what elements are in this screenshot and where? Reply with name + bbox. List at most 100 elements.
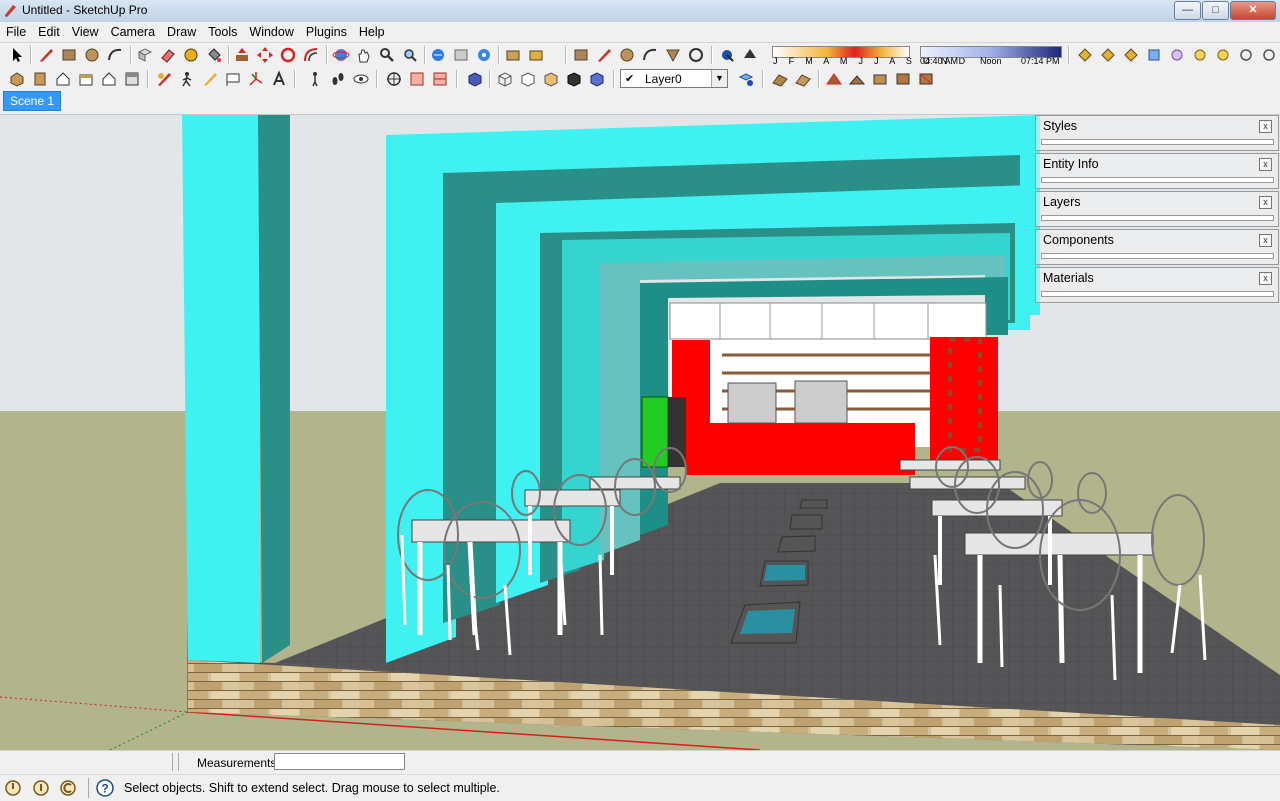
menu-draw[interactable]: Draw	[161, 22, 202, 39]
menu-file[interactable]: File	[0, 22, 32, 39]
tray-styles[interactable]: Styles x	[1035, 115, 1279, 151]
draw-rect-icon[interactable]	[572, 46, 590, 64]
tray-layers-scrollbar[interactable]	[1041, 215, 1274, 221]
stamp-icon[interactable]	[848, 70, 866, 88]
tray-components[interactable]: Components x	[1035, 229, 1279, 265]
sandbox-from-scratch-icon[interactable]	[794, 70, 812, 88]
menu-edit[interactable]: Edit	[32, 22, 66, 39]
section-plane-icon[interactable]	[385, 70, 403, 88]
line-pencil-icon[interactable]	[37, 46, 55, 64]
menu-camera[interactable]: Camera	[105, 22, 161, 39]
xray-style-icon[interactable]	[466, 70, 484, 88]
rotate-icon[interactable]	[279, 46, 297, 64]
warehouse-icon[interactable]	[504, 46, 522, 64]
draw-line-icon[interactable]	[595, 46, 613, 64]
intersect-icon[interactable]	[1191, 46, 1209, 64]
tray-entity-info[interactable]: Entity Info x	[1035, 153, 1279, 189]
union-icon[interactable]	[1214, 46, 1232, 64]
menu-help[interactable]: Help	[353, 22, 391, 39]
outer-shell-icon[interactable]	[1168, 46, 1186, 64]
position-camera-icon[interactable]	[155, 70, 173, 88]
make-component-icon[interactable]	[136, 46, 154, 64]
share-model-icon[interactable]	[452, 46, 470, 64]
help-icon[interactable]: ?	[96, 779, 114, 797]
look-eye-icon[interactable]	[352, 70, 370, 88]
section-display-icon[interactable]	[408, 70, 426, 88]
shadows-toggle-icon[interactable]	[718, 46, 736, 64]
zoom-extents-icon[interactable]	[401, 46, 419, 64]
tray-entity-info-scrollbar[interactable]	[1041, 177, 1274, 183]
hidden-line-style-icon[interactable]	[519, 70, 537, 88]
shaded-style-icon[interactable]	[542, 70, 560, 88]
front-view-icon[interactable]	[54, 70, 72, 88]
add-detail-icon[interactable]	[894, 70, 912, 88]
wireframe-style-icon[interactable]	[496, 70, 514, 88]
model-viewport[interactable]: Styles x Entity Info x Layers x Componen…	[0, 115, 1280, 750]
tray-styles-scrollbar[interactable]	[1041, 139, 1274, 145]
tray-layers-close-icon[interactable]: x	[1259, 196, 1272, 209]
iso-view-icon[interactable]	[8, 70, 26, 88]
fog-toggle-icon[interactable]	[741, 46, 759, 64]
sandbox-from-contours-icon[interactable]	[771, 70, 789, 88]
geo-location-icon[interactable]	[4, 779, 22, 797]
extension-icon[interactable]	[527, 46, 545, 64]
menu-plugins[interactable]: Plugins	[300, 22, 353, 39]
smoove-icon[interactable]	[825, 70, 843, 88]
arc-icon[interactable]	[106, 46, 124, 64]
tray-materials-close-icon[interactable]: x	[1259, 272, 1272, 285]
walk-icon[interactable]	[178, 70, 196, 88]
zoom-icon[interactable]	[378, 46, 396, 64]
layer-manager-icon[interactable]	[737, 70, 755, 88]
tag-2-icon[interactable]	[1099, 46, 1117, 64]
tray-components-scrollbar[interactable]	[1041, 253, 1274, 259]
tray-materials[interactable]: Materials x	[1035, 267, 1279, 303]
move-icon[interactable]	[256, 46, 274, 64]
tray-components-close-icon[interactable]: x	[1259, 234, 1272, 247]
select-arrow-icon[interactable]	[8, 46, 26, 64]
tag-icon[interactable]	[1076, 46, 1094, 64]
right-view-icon[interactable]	[77, 70, 95, 88]
offset-icon[interactable]	[302, 46, 320, 64]
paint-bucket-icon[interactable]	[205, 46, 223, 64]
3d-text-icon[interactable]	[270, 70, 288, 88]
push-pull-icon[interactable]	[233, 46, 251, 64]
tape-measure-icon[interactable]	[182, 46, 200, 64]
circle-icon[interactable]	[83, 46, 101, 64]
draw-arc-icon[interactable]	[641, 46, 659, 64]
user-info-icon[interactable]	[59, 779, 77, 797]
get-models-icon[interactable]	[429, 46, 447, 64]
orbit-icon[interactable]	[332, 46, 350, 64]
tray-entity-info-close-icon[interactable]: x	[1259, 158, 1272, 171]
eraser-icon[interactable]	[159, 46, 177, 64]
left-view-icon[interactable]	[123, 70, 141, 88]
menu-tools[interactable]: Tools	[202, 22, 243, 39]
axes-icon[interactable]	[247, 70, 265, 88]
section-cut-icon[interactable]	[431, 70, 449, 88]
rectangle-icon[interactable]	[60, 46, 78, 64]
tray-styles-close-icon[interactable]: x	[1259, 120, 1272, 133]
monochrome-style-icon[interactable]	[588, 70, 606, 88]
tray-materials-scrollbar[interactable]	[1041, 291, 1274, 297]
text-icon[interactable]	[224, 70, 242, 88]
subtract-icon[interactable]	[1237, 46, 1255, 64]
drape-icon[interactable]	[871, 70, 889, 88]
tab-scene-1[interactable]: Scene 1	[3, 91, 62, 111]
minimize-button[interactable]: —	[1174, 1, 1201, 20]
look-around-icon[interactable]	[201, 70, 219, 88]
flip-edge-icon[interactable]	[917, 70, 935, 88]
credits-icon[interactable]	[32, 779, 50, 797]
close-button[interactable]: ✕	[1230, 1, 1276, 20]
textured-style-icon[interactable]	[565, 70, 583, 88]
trim-icon[interactable]	[1260, 46, 1278, 64]
solid-icon[interactable]	[1145, 46, 1163, 64]
freehand-icon[interactable]	[687, 46, 705, 64]
menu-window[interactable]: Window	[243, 22, 299, 39]
measurements-input[interactable]	[274, 753, 405, 770]
menu-view[interactable]: View	[66, 22, 105, 39]
polygon-icon[interactable]	[664, 46, 682, 64]
share-component-icon[interactable]	[475, 46, 493, 64]
tag-3-icon[interactable]	[1122, 46, 1140, 64]
walk-person-icon[interactable]	[306, 70, 324, 88]
top-view-icon[interactable]	[31, 70, 49, 88]
tray-layers[interactable]: Layers x	[1035, 191, 1279, 227]
